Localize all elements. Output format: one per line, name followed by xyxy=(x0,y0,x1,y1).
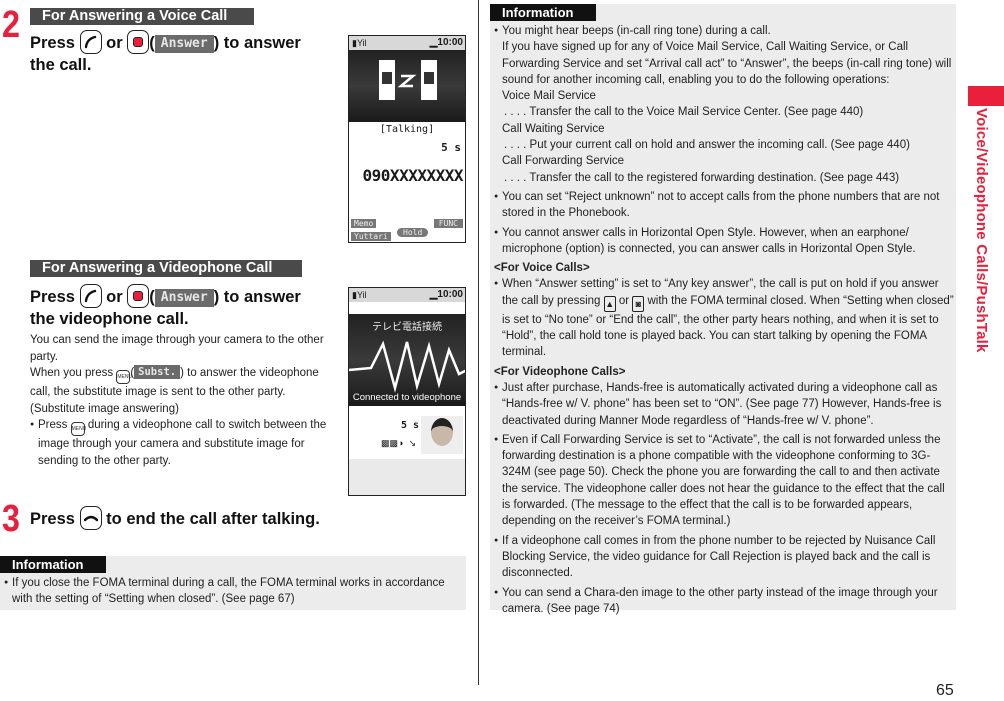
signal-icon: ▮Yil xyxy=(352,290,367,300)
menu-key-icon: MENU xyxy=(70,422,86,436)
step-number-2: 2 xyxy=(2,4,20,46)
end-key-icon xyxy=(79,506,102,530)
instruction-or: or xyxy=(106,34,123,52)
softkey-yuttari: Yuttari xyxy=(351,232,391,241)
softkey-memo: Memo xyxy=(351,219,377,228)
service-name: Call Waiting Service xyxy=(502,122,605,135)
voice-call-screen: ▮Yil ▁10:00 [Talking] 5 s 090XXXXXXXX Me… xyxy=(348,35,466,243)
answer-softkey: Answer xyxy=(154,35,214,53)
instruction-or: or xyxy=(106,288,123,306)
service-name: Call Forwarding Service xyxy=(502,155,625,168)
information-item: If a videophone call comes in from the p… xyxy=(494,533,955,582)
videophone-calls-heading: <For Videophone Calls> xyxy=(494,365,626,378)
center-key-icon xyxy=(127,284,150,308)
service-desc: . . . . Transfer the call to the Voice M… xyxy=(504,106,864,119)
section-label-voice-call: For Answering a Voice Call xyxy=(30,8,254,25)
description-text: When you press MENU(Subst.) to answer th… xyxy=(30,365,319,398)
section-label-videophone-call: For Answering a Videophone Call xyxy=(30,260,302,277)
service-name: Voice Mail Service xyxy=(502,90,596,103)
information-box-right: Information You might hear beeps (in-cal… xyxy=(490,4,956,615)
instruction-text: Press xyxy=(30,510,75,528)
chapter-title: Voice/Videophone Calls/PushTalk xyxy=(973,108,990,353)
information-item: When “Answer setting” is set to “Any key… xyxy=(494,276,955,360)
service-desc: . . . . Put your current call on hold an… xyxy=(504,139,910,152)
connecting-graphic: テレビ電話接続 Connected to videophone xyxy=(349,314,465,406)
call-status-label: [Talking] xyxy=(379,124,435,135)
voice-call-instruction: Press or (Answer) to answer the call. xyxy=(30,30,330,76)
service-desc: . . . . Transfer the call to the registe… xyxy=(504,171,900,184)
signal-icon: ▮Yil xyxy=(352,38,367,48)
softkey-area xyxy=(349,459,465,495)
side-key-icon: ◙ xyxy=(632,295,645,312)
chapter-tab-marker xyxy=(968,86,1004,106)
instruction-text: Press xyxy=(30,288,75,306)
information-item: You cannot answer calls in Horizontal Op… xyxy=(494,225,955,258)
information-label: Information xyxy=(0,556,106,573)
column-divider xyxy=(478,0,479,685)
center-key-icon xyxy=(127,30,150,54)
status-bar: ▮Yil ▁10:00 xyxy=(349,288,465,302)
instruction-text: the videophone call. xyxy=(30,310,189,328)
description-text: (Substitute image answering) xyxy=(30,402,179,415)
end-call-instruction: Press to end the call after talking. xyxy=(30,506,320,530)
instruction-text: ) to answer xyxy=(213,34,301,52)
information-content: You might hear beeps (in-call ring tone)… xyxy=(494,23,955,619)
information-item: Just after purchase, Hands-free is autom… xyxy=(494,380,955,429)
menu-key-icon: MENU xyxy=(116,370,132,384)
information-item: You can set “Reject unknown” not to acce… xyxy=(494,189,955,222)
talking-graphic xyxy=(349,50,465,122)
call-key-icon xyxy=(79,30,102,54)
information-box-left: Information If you close the FOMA termin… xyxy=(0,556,466,610)
bullet-item: Press MENU during a videophone call to s… xyxy=(30,417,332,469)
status-icons: ▩▩◑ ↘ xyxy=(381,438,416,448)
instruction-text: ) to answer xyxy=(213,288,301,306)
videophone-screen: ▮Yil ▁10:00 テレビ電話接続 Connected to videoph… xyxy=(348,287,466,496)
call-duration: 5 s xyxy=(441,141,461,154)
voice-calls-heading: <For Voice Calls> xyxy=(494,262,590,275)
information-content: If you close the FOMA terminal during a … xyxy=(4,575,464,608)
instruction-text: the call. xyxy=(30,56,92,74)
two-phones-icon xyxy=(379,60,437,100)
up-key-icon: ▲ xyxy=(603,295,616,312)
call-key-icon xyxy=(79,284,102,308)
clock: ▁10:00 xyxy=(429,289,463,300)
call-duration: 5 s xyxy=(401,420,420,431)
information-item: If you close the FOMA terminal during a … xyxy=(4,575,464,608)
softkey-hold: Hold xyxy=(397,228,429,237)
connected-label: Connected to videophone xyxy=(352,392,462,403)
softkey-func: FUNC xyxy=(433,219,463,228)
videophone-description: You can send the image through your came… xyxy=(30,332,332,469)
page-number: 65 xyxy=(936,682,954,699)
description-text: You can send the image through your came… xyxy=(30,334,324,363)
phone-number: 090XXXXXXXX xyxy=(362,166,464,185)
subst-softkey: Subst. xyxy=(134,365,181,379)
answer-softkey: Answer xyxy=(154,289,214,307)
step-number-3: 3 xyxy=(2,498,20,540)
instruction-text: Press xyxy=(30,34,75,52)
information-item: Even if Call Forwarding Service is set t… xyxy=(494,432,955,530)
self-camera-image xyxy=(421,416,463,454)
information-item: You might hear beeps (in-call ring tone)… xyxy=(494,23,955,186)
status-bar: ▮Yil ▁10:00 xyxy=(349,36,465,50)
videophone-call-instruction: Press or (Answer) to answer the videopho… xyxy=(30,284,330,330)
clock: ▁10:00 xyxy=(429,37,463,48)
information-label: Information xyxy=(490,4,596,21)
information-item: You can send a Chara-den image to the ot… xyxy=(494,585,955,618)
instruction-text: to end the call after talking. xyxy=(106,510,320,528)
